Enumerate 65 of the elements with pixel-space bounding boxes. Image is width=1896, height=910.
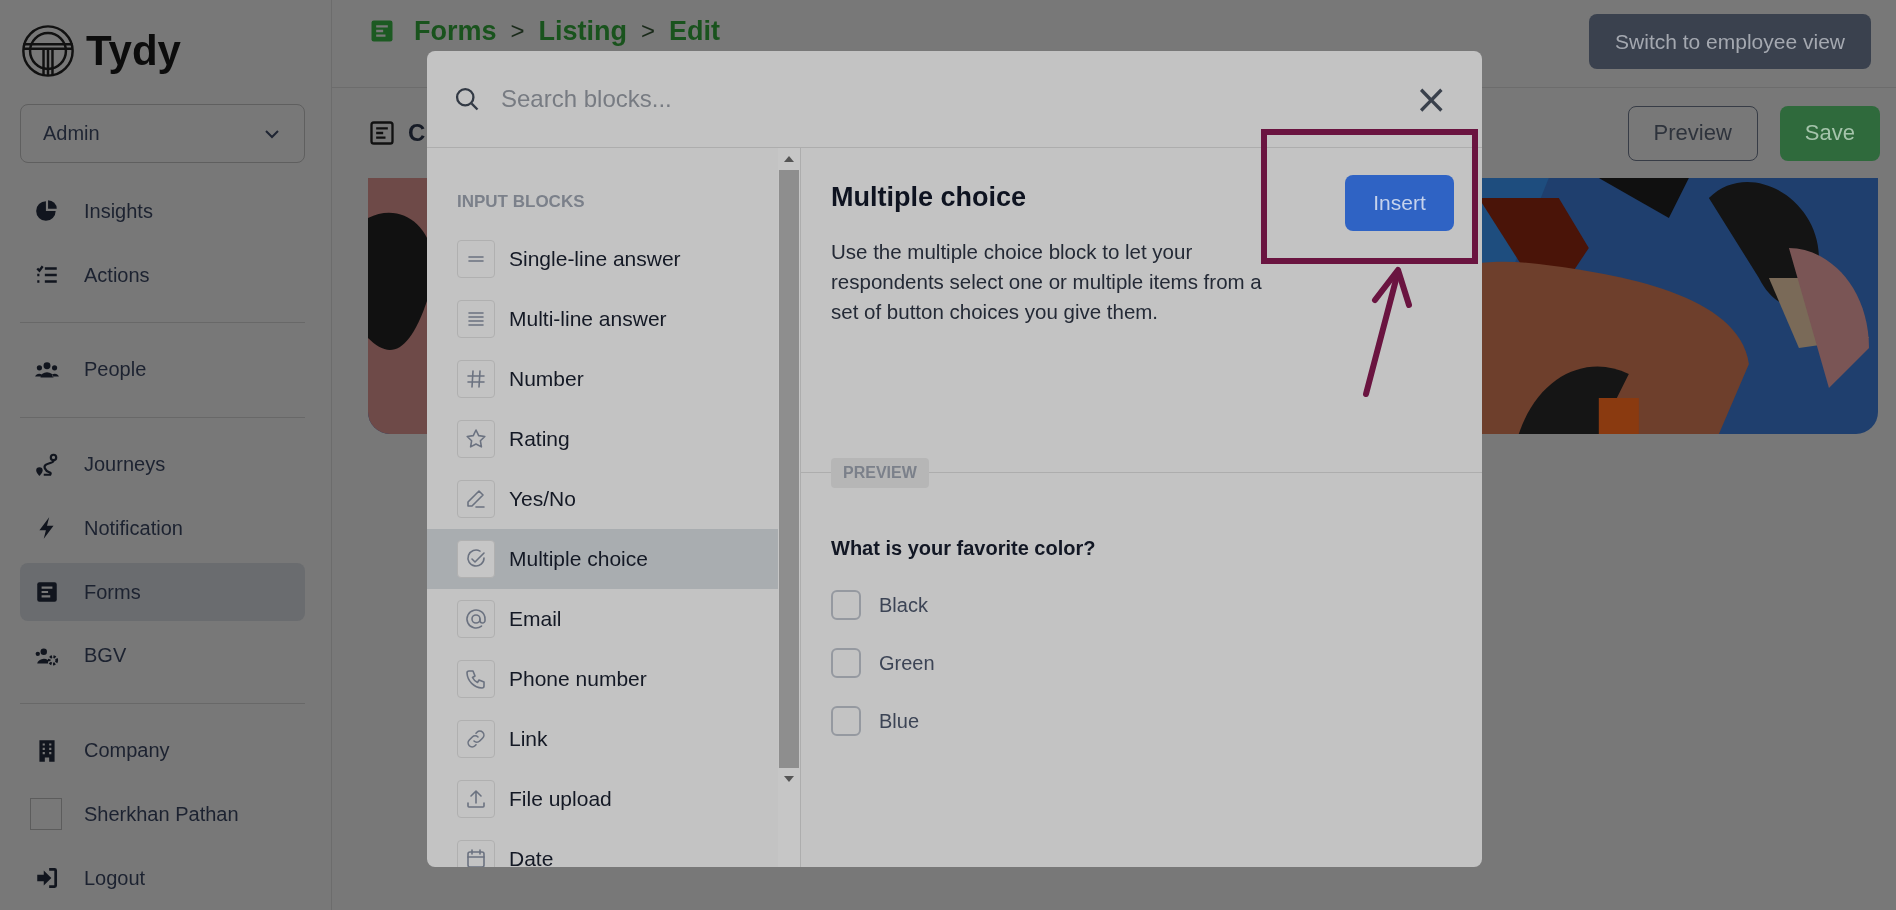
- option-label: Black: [879, 593, 928, 617]
- role-select[interactable]: Admin: [20, 103, 305, 164]
- block-item[interactable]: Email: [427, 589, 778, 649]
- breadcrumb-link[interactable]: Listing: [534, 16, 632, 46]
- block-item[interactable]: Multi-line answer: [427, 289, 778, 349]
- breadcrumb-separator: >: [510, 17, 525, 45]
- question-text: What is your favorite color?: [830, 536, 1097, 560]
- block-type-icon: [457, 600, 495, 638]
- block-item[interactable]: Single-line answer: [427, 229, 778, 289]
- breadcrumb-separator: >: [641, 17, 656, 45]
- block-type-icon: [457, 300, 495, 338]
- avatar-placeholder: [30, 798, 62, 831]
- block-item[interactable]: Number: [427, 349, 778, 409]
- block-type-icon: [457, 420, 495, 458]
- checkbox[interactable]: [831, 706, 861, 736]
- checkbox[interactable]: [831, 590, 861, 620]
- logo-text: Tydy: [86, 26, 181, 75]
- block-type-icon: [457, 840, 495, 867]
- nav-item[interactable]: Sherkhan Pathan: [20, 785, 305, 844]
- close-button[interactable]: ×: [1410, 79, 1452, 119]
- block-type-icon: [457, 480, 495, 518]
- nav-item[interactable]: Notification: [20, 499, 305, 558]
- scroll-up-icon[interactable]: [784, 156, 794, 162]
- preview-label: PREVIEW: [831, 458, 929, 488]
- option-label: Green: [879, 651, 935, 675]
- block-item[interactable]: Multiple choice: [427, 529, 778, 589]
- nav-icon: [34, 451, 60, 478]
- nav-item[interactable]: People: [20, 340, 305, 399]
- save-button[interactable]: Save: [1779, 105, 1880, 161]
- block-item[interactable]: Yes/No: [427, 469, 778, 529]
- scroll-down-icon[interactable]: [784, 776, 794, 782]
- insert-button[interactable]: Insert: [1345, 175, 1454, 231]
- block-title: Multiple choice: [831, 182, 1028, 213]
- block-item[interactable]: Phone number: [427, 649, 778, 709]
- nav-item[interactable]: Company: [20, 721, 305, 780]
- breadcrumb-link[interactable]: Forms: [410, 16, 501, 46]
- preview-button[interactable]: Preview: [1627, 105, 1758, 161]
- block-description: Use the multiple choice block to let your respondents select one or multiple items from a set of button choices you give them.: [831, 239, 1263, 325]
- section-heading: INPUT BLOCKS: [456, 191, 586, 213]
- block-item[interactable]: Rating: [427, 409, 778, 469]
- checkbox[interactable]: [831, 648, 861, 678]
- nav-item[interactable]: Forms: [20, 563, 305, 621]
- block-type-icon: [457, 720, 495, 758]
- nav-item[interactable]: Actions: [20, 246, 305, 304]
- form-title: C: [408, 119, 426, 147]
- block-type-icon: [457, 360, 495, 398]
- block-type-icon: [457, 660, 495, 698]
- nav-item[interactable]: Logout: [20, 849, 305, 907]
- option-label: Blue: [879, 709, 920, 733]
- nav-item[interactable]: BGV: [20, 626, 305, 685]
- block-item[interactable]: Date: [427, 829, 778, 867]
- breadcrumb-link[interactable]: Edit: [665, 16, 725, 46]
- block-type-icon: [457, 780, 495, 818]
- nav-item[interactable]: Insights: [20, 182, 305, 241]
- nav-item[interactable]: Journeys: [20, 435, 305, 494]
- search-icon: [453, 85, 481, 113]
- switch-view-button[interactable]: Switch to employee view: [1589, 14, 1871, 69]
- block-item[interactable]: Link: [427, 709, 778, 769]
- logo-icon: [20, 22, 76, 79]
- block-type-icon: [457, 540, 495, 578]
- search-field[interactable]: Search blocks...: [499, 84, 1393, 114]
- block-type-icon: [457, 240, 495, 278]
- document-icon: [368, 119, 396, 147]
- scrollbar-thumb[interactable]: [779, 170, 799, 768]
- block-item[interactable]: File upload: [427, 769, 778, 829]
